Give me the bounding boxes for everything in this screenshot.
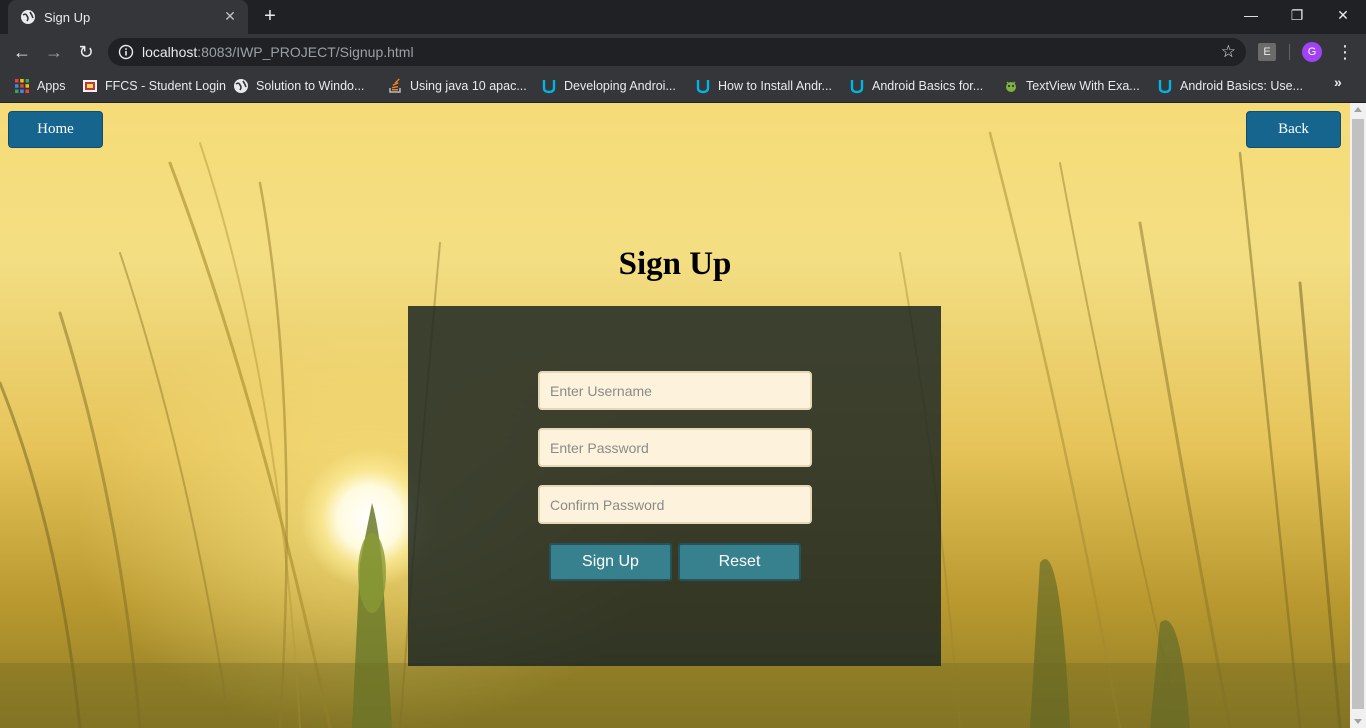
reset-button[interactable]: Reset <box>678 543 801 581</box>
globe-icon <box>234 79 248 93</box>
page-scrollbar[interactable] <box>1350 103 1366 728</box>
username-input[interactable] <box>538 371 812 410</box>
back-arrow-icon[interactable]: ← <box>10 40 34 64</box>
home-button[interactable]: Home <box>8 111 103 148</box>
bookmark-star-icon[interactable]: ☆ <box>1221 42 1236 62</box>
bookmark-label: FFCS - Student Login <box>105 79 226 93</box>
profile-avatar[interactable]: G <box>1302 42 1322 62</box>
password-input[interactable] <box>538 428 812 467</box>
signup-form-panel: Sign Up Reset <box>408 306 941 666</box>
browser-toolbar: ← → ↻ localhost:8083/IWP_PROJECT/Signup.… <box>0 34 1366 70</box>
udacity-icon <box>1158 80 1172 94</box>
bookmark-label: Using java 10 apac... <box>410 79 527 93</box>
url-host: localhost <box>142 44 198 60</box>
page-title: Sign Up <box>618 246 732 282</box>
new-tab-icon[interactable]: + <box>260 6 280 26</box>
window-close-icon[interactable]: ✕ <box>1320 0 1366 34</box>
url-text[interactable]: localhost:8083/IWP_PROJECT/Signup.html <box>142 44 414 60</box>
bookmark-label: Developing Androi... <box>564 79 676 93</box>
tab-active[interactable]: Sign Up ✕ <box>8 0 248 34</box>
bookmark-label: How to Install Andr... <box>718 79 832 93</box>
scroll-up-icon[interactable] <box>1354 107 1362 112</box>
udacity-icon <box>696 80 710 94</box>
confirm-password-input[interactable] <box>538 485 812 524</box>
bookmark-label: Android Basics: Use... <box>1180 79 1303 93</box>
tab-close-icon[interactable]: ✕ <box>222 8 238 24</box>
minimize-icon[interactable]: — <box>1228 0 1274 34</box>
udacity-icon <box>850 80 864 94</box>
apps-grid-icon <box>15 79 29 93</box>
android-icon <box>1006 81 1016 92</box>
info-icon[interactable] <box>118 44 134 60</box>
bookmark-label: Android Basics for... <box>872 79 984 93</box>
extension-icon[interactable]: E <box>1258 43 1276 61</box>
scrollbar-thumb[interactable] <box>1352 119 1364 709</box>
ffcs-icon <box>83 80 97 92</box>
page-viewport: Home Back Sign Up Sign Up Reset <box>0 103 1350 728</box>
signup-button[interactable]: Sign Up <box>549 543 672 581</box>
back-button[interactable]: Back <box>1246 111 1341 148</box>
bookmarks-bar: Apps FFCS - Student Login Solution to Wi… <box>0 70 1366 103</box>
bookmark-label: Solution to Windo... <box>256 79 365 93</box>
tab-strip: Sign Up ✕ + — ❐ ✕ <box>0 0 1366 34</box>
reload-icon[interactable]: ↻ <box>74 40 98 64</box>
bookmarks-overflow-icon[interactable]: » <box>1334 74 1342 90</box>
url-path: :8083/IWP_PROJECT/Signup.html <box>197 44 414 60</box>
tab-title: Sign Up <box>44 10 91 25</box>
scroll-down-icon[interactable] <box>1354 719 1362 724</box>
restore-icon[interactable]: ❐ <box>1274 0 1320 34</box>
stackoverflow-icon <box>389 78 401 93</box>
globe-icon <box>21 10 35 24</box>
browser-menu-icon[interactable]: ⋮ <box>1336 40 1354 64</box>
bookmark-label: Apps <box>37 79 66 93</box>
toolbar-divider <box>1289 44 1290 60</box>
bookmark-label: TextView With Exa... <box>1026 79 1140 93</box>
forward-arrow-icon[interactable]: → <box>42 40 66 64</box>
udacity-icon <box>542 80 556 94</box>
address-bar[interactable]: localhost:8083/IWP_PROJECT/Signup.html ☆ <box>108 38 1246 66</box>
